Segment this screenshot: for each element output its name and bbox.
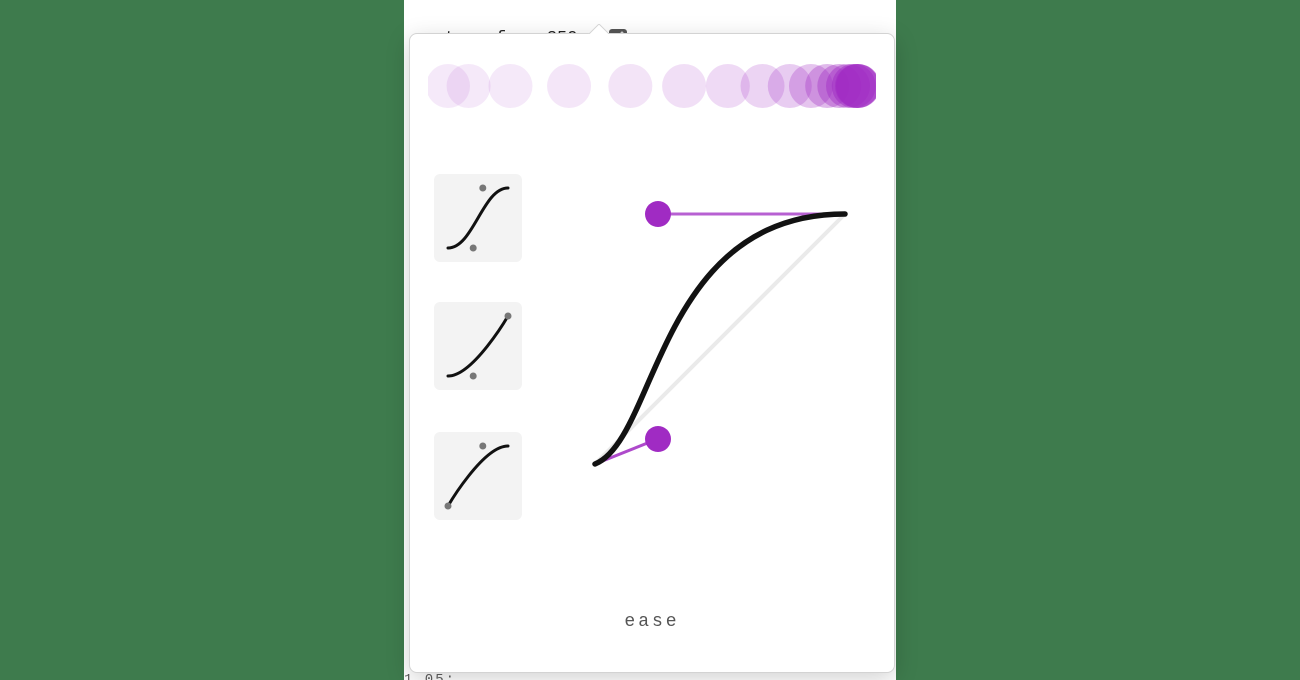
bezier-handle-2[interactable] [645,201,671,227]
code-fragment-below: 1.05; [404,672,456,680]
easing-preview-strip [428,58,876,118]
preset-ease-in-out[interactable] [434,174,522,262]
bezier-curve-editor[interactable] [580,194,860,484]
bezier-curve-canvas[interactable] [580,194,860,484]
stage: transform 350ms ease; ease 1.05; [0,0,1300,680]
css-code-line: transform 350ms ease; [404,0,680,26]
decor-panel-right [896,0,1300,680]
popover-arrow-icon [588,24,608,34]
bezier-handle-1[interactable] [645,426,671,452]
bezier-editor-popover: ease [409,33,895,673]
preset-ease-out[interactable] [434,432,522,520]
current-curve-label: ease [410,612,894,632]
decor-panel-left [0,0,404,680]
preset-ease-in[interactable] [434,302,522,390]
